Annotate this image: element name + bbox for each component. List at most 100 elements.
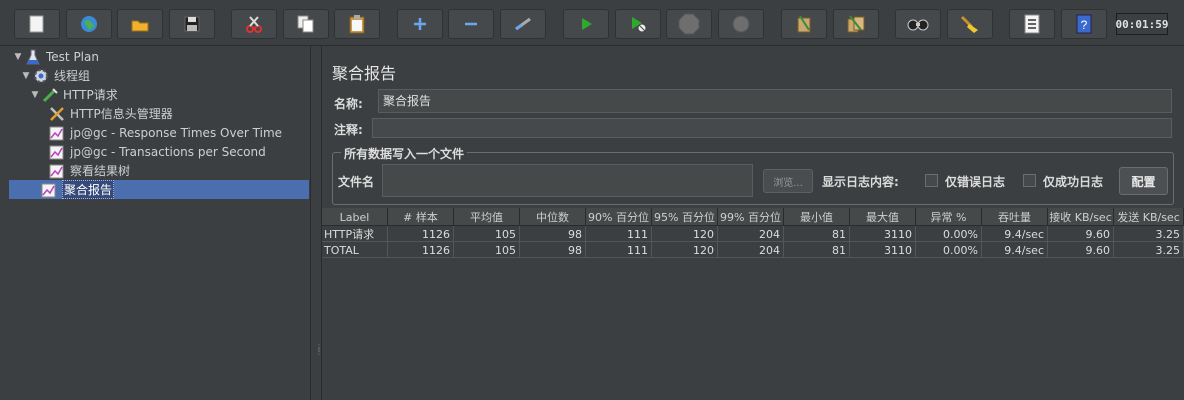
table-cell: 120 [652,242,718,258]
browse-button[interactable]: 浏览... [763,169,813,193]
success-only-checkbox[interactable] [1023,174,1036,187]
expand-arrow-icon[interactable]: ▼ [12,52,24,62]
aggregate-report-panel: 聚合报告 名称: 聚合报告 注释: 所有数据写入一个文件 文件名 浏览... 显… [322,46,1184,400]
table-cell: 105 [454,242,520,258]
svg-text:?: ? [1081,18,1088,32]
start-button[interactable] [563,9,609,39]
column-header[interactable]: 接收 KB/sec [1048,208,1114,226]
table-cell: 9.60 [1048,226,1114,242]
tree-item-transactions-per-second[interactable]: jp@gc - Transactions per Second [36,142,266,161]
errors-only-checkbox[interactable] [925,174,938,187]
tree-item-http-request[interactable]: ▼ HTTP请求 [29,85,118,104]
stop-button[interactable] [666,9,712,39]
tree-item-thread-group[interactable]: ▼ 线程组 [20,66,90,85]
new-icon [29,15,44,33]
clear-all-button[interactable] [833,9,879,39]
table-cell: 81 [784,226,850,242]
tree-item-aggregate-report[interactable]: 聚合报告 [9,180,309,199]
templates-button[interactable] [66,9,112,39]
graph-icon [48,163,66,179]
tree-item-results-tree[interactable]: 察看结果树 [36,161,130,180]
paste-icon [349,15,365,34]
tools-icon [48,106,66,122]
table-header: Label # 样本 平均值 中位数 90% 百分位 95% 百分位 99% 百… [322,208,1184,226]
expand-arrow-icon[interactable]: ▼ [29,90,41,100]
table-cell: 3110 [850,242,916,258]
expand-icon [414,18,426,30]
name-field[interactable]: 聚合报告 [378,89,1172,113]
paste-button[interactable] [334,9,380,39]
help-icon: ? [1076,14,1092,34]
cut-button[interactable] [231,9,277,39]
page-title: 聚合报告 [332,64,397,83]
collapse-button[interactable] [448,9,494,39]
tree-item-label: HTTP信息头管理器 [70,107,173,121]
copy-button[interactable] [283,9,329,39]
table-row[interactable]: TOTAL 1126 105 98 111 120 204 81 3110 0.… [322,242,1184,258]
column-header[interactable]: 99% 百分位 [718,208,784,226]
column-header[interactable]: 90% 百分位 [586,208,652,226]
filename-field[interactable] [382,164,753,197]
column-header[interactable]: Label [322,208,388,226]
toggle-icon [515,17,531,31]
tree-item-test-plan[interactable]: ▼ Test Plan [12,47,99,66]
sampler-icon [41,87,59,103]
clear-button[interactable] [781,9,827,39]
table-cell: 0.00% [916,242,982,258]
save-button[interactable] [169,9,215,39]
start-no-pause-icon [632,17,647,33]
column-header[interactable]: 异常 % [916,208,982,226]
tree-item-header-manager[interactable]: HTTP信息头管理器 [36,104,173,123]
table-cell: HTTP请求 [322,226,388,242]
configure-button[interactable]: 配置 [1119,167,1168,195]
elapsed-timer: 00:01:59 [1116,13,1169,35]
column-header[interactable]: 最小值 [784,208,850,226]
table-cell: 120 [652,226,718,242]
table-cell: 204 [718,226,784,242]
cut-icon [246,16,262,33]
shutdown-button[interactable] [718,9,764,39]
table-row[interactable]: HTTP请求 1126 105 98 111 120 204 81 3110 0… [322,226,1184,242]
table-cell: 1126 [388,226,454,242]
new-button[interactable] [14,9,60,39]
column-header[interactable]: 中位数 [520,208,586,226]
tree-item-label: 线程组 [54,69,91,83]
split-pane-divider[interactable]: ⋮ ⋮ [311,46,323,400]
name-label: 名称: [334,97,363,111]
column-header[interactable]: 平均值 [454,208,520,226]
open-button[interactable] [117,9,163,39]
table-cell: 0.00% [916,226,982,242]
column-header[interactable]: 吞吐量 [982,208,1048,226]
open-icon [131,20,149,32]
column-header[interactable]: # 样本 [388,208,454,226]
table-cell: 111 [586,226,652,242]
expand-button[interactable] [397,9,443,39]
column-header[interactable]: 95% 百分位 [652,208,718,226]
comment-label: 注释: [334,123,363,137]
test-plan-icon [24,49,42,65]
table-cell: 204 [718,242,784,258]
search-button[interactable] [895,9,941,39]
column-header[interactable]: 发送 KB/sec [1114,208,1184,226]
reset-search-button[interactable] [947,9,993,39]
tree-item-label: Test Plan [46,49,99,64]
tree-item-label: jp@gc - Transactions per Second [70,144,266,159]
function-helper-button[interactable] [1009,9,1055,39]
file-group-title: 所有数据写入一个文件 [341,145,468,162]
tree-item-response-times[interactable]: jp@gc - Response Times Over Time [36,123,282,142]
table-cell: 3.25 [1114,226,1184,242]
tree-item-label: HTTP请求 [63,88,118,102]
tree-item-label: 察看结果树 [70,164,131,178]
toggle-button[interactable] [500,9,546,39]
start-icon [582,18,592,30]
graph-icon [48,125,66,141]
stop-icon [678,13,700,35]
copy-icon [297,15,314,33]
help-button[interactable]: ? [1061,9,1107,39]
search-icon [907,19,929,31]
comment-field[interactable] [372,118,1172,138]
expand-arrow-icon[interactable]: ▼ [20,71,32,81]
column-header[interactable]: 最大值 [850,208,916,226]
start-no-pause-button[interactable] [615,9,661,39]
table-cell: 9.4/sec [982,242,1048,258]
